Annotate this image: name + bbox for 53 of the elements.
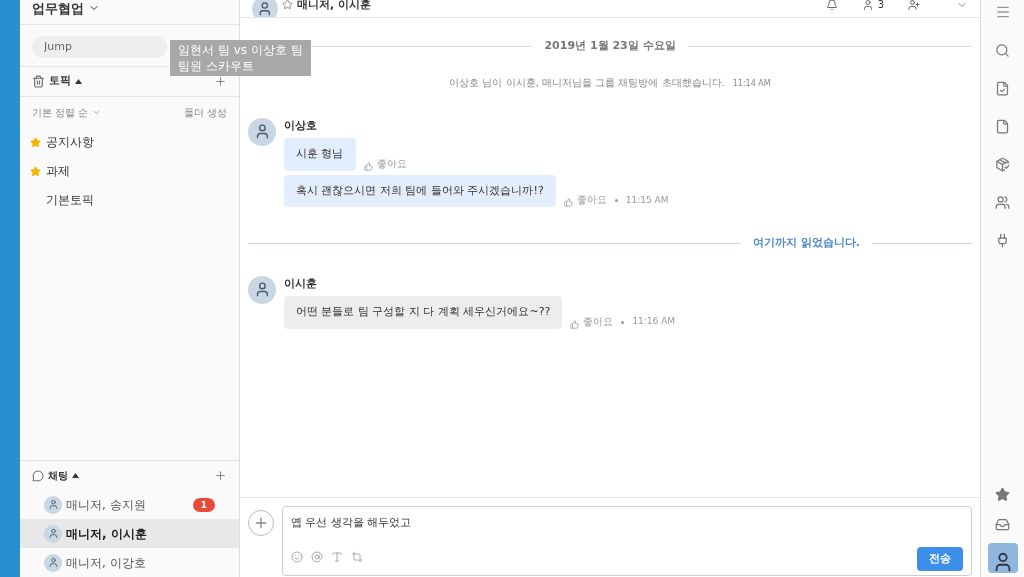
message-time: 11:15 AM	[625, 193, 669, 207]
chat-icon	[32, 469, 44, 482]
message-time: 11:16 AM	[632, 315, 676, 328]
search-icon[interactable]	[995, 43, 1010, 58]
unread-divider: 여기까지 읽었습니다.	[753, 235, 860, 251]
users-icon[interactable]	[995, 195, 1010, 210]
team-name[interactable]: 업무협업	[32, 1, 84, 15]
sort-dropdown[interactable]: 기본 정렬 순	[32, 104, 89, 120]
plug-icon[interactable]	[995, 233, 1010, 248]
sender-name: 이시훈	[284, 275, 318, 292]
members-icon[interactable]	[861, 0, 874, 11]
message-bubble: 어떤 분들로 팀 구성할 지 다 계획 세우신거에요~??	[284, 296, 563, 329]
chat-item[interactable]: 매니저, 이강호	[20, 548, 239, 577]
star-icon[interactable]	[282, 0, 293, 10]
avatar-icon	[248, 275, 276, 304]
like-icon[interactable]	[563, 198, 573, 207]
inbox-icon[interactable]	[995, 517, 1010, 532]
section-title[interactable]: 토픽	[49, 72, 71, 90]
chat-title: 매니저, 이시훈	[297, 0, 371, 10]
message-bubble: 시훈 형님	[284, 138, 356, 171]
search-field[interactable]: Jump	[32, 35, 167, 58]
notification-icon[interactable]	[825, 0, 838, 11]
caret-icon[interactable]	[72, 473, 79, 478]
section-title[interactable]: 채팅	[48, 468, 68, 483]
add-icon[interactable]	[214, 74, 227, 88]
plus-icon	[253, 515, 269, 531]
checked-document-icon[interactable]	[995, 81, 1010, 96]
chat-item[interactable]: 매니저, 이시훈	[20, 519, 239, 548]
member-count[interactable]: 3	[877, 0, 884, 10]
sender-name: 이상호	[284, 117, 318, 134]
date-divider: 2019년 1월 23일 수요일	[544, 38, 676, 54]
topic-item[interactable]: 과제	[20, 156, 239, 186]
unread-badge: 1	[192, 497, 215, 512]
system-message: 이상호 님이 이시훈, 매니저님을 그룹 채팅방에 초대했습니다.	[449, 75, 725, 90]
message-bubble: 혹시 괜찮으시면 저희 팀에 들어와 주시겠습니까!?	[284, 174, 556, 207]
invite-icon[interactable]	[908, 0, 920, 11]
avatar-icon	[44, 553, 62, 572]
folder-create-link[interactable]: 폴더 생성	[183, 104, 227, 120]
avatar-icon	[44, 524, 62, 543]
topic-item[interactable]: 기본토픽	[20, 185, 239, 215]
caret-icon[interactable]	[75, 78, 82, 84]
profile-picture[interactable]	[987, 543, 1018, 573]
avatar-icon	[248, 117, 276, 146]
chat-item[interactable]: 매니저, 송지원 1	[20, 490, 239, 519]
checked-box-icon[interactable]	[995, 157, 1010, 172]
add-icon[interactable]	[214, 469, 227, 482]
video-caption: 임현서 팀 vs 이상호 팀 팀원 스카우트	[170, 40, 311, 76]
file-icon[interactable]	[995, 119, 1010, 134]
avatar-icon	[44, 495, 62, 514]
message-time: 11:14 AM	[732, 77, 771, 90]
star-icon[interactable]	[995, 487, 1010, 502]
menu-icon[interactable]	[994, 4, 1011, 20]
topic-item[interactable]: 공지사항	[20, 127, 239, 157]
